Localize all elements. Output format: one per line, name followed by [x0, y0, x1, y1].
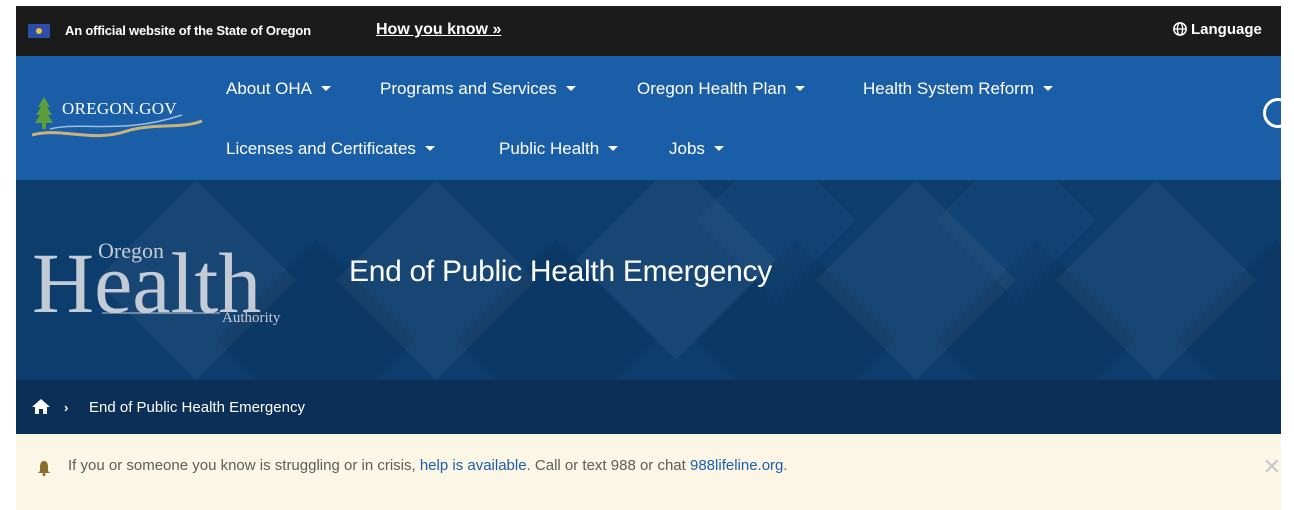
hero-banner: Health Oregon Authority End of Public He…	[16, 180, 1281, 380]
nav-label: Licenses and Certificates	[226, 139, 416, 158]
nav-label: Jobs	[669, 139, 705, 158]
breadcrumb-current: End of Public Health Emergency	[89, 399, 305, 416]
alert-text-middle: . Call or text 988 or chat	[526, 457, 690, 474]
how-you-know-link[interactable]: How you know »	[376, 21, 501, 39]
breadcrumb-separator: ›	[64, 400, 69, 415]
988lifeline-link[interactable]: 988lifeline.org	[690, 457, 783, 474]
nav-health-system-reform[interactable]: Health System Reform	[863, 79, 1053, 99]
chevron-down-icon	[424, 146, 435, 151]
globe-icon	[1173, 22, 1187, 36]
bell-icon	[38, 461, 50, 476]
nav-public-health[interactable]: Public Health	[499, 139, 619, 159]
help-available-link[interactable]: help is available	[420, 457, 527, 474]
logo-top-text: Oregon	[98, 238, 164, 263]
home-icon[interactable]	[32, 399, 50, 414]
search-icon[interactable]	[1263, 98, 1293, 128]
oregon-gov-text: OREGON.GOV	[62, 99, 177, 118]
page-title: End of Public Health Emergency	[349, 255, 772, 288]
chevron-down-icon	[1043, 86, 1053, 91]
oregon-gov-logo[interactable]: OREGON.GOV	[31, 91, 207, 151]
nav-label: Public Health	[499, 139, 600, 158]
chevron-down-icon	[321, 86, 331, 91]
nav-oregon-health-plan[interactable]: Oregon Health Plan	[637, 79, 806, 99]
oregon-health-authority-logo: Health Oregon Authority	[32, 235, 281, 331]
alert-message: If you or someone you know is struggling…	[68, 457, 788, 474]
oregon-flag-icon	[28, 24, 50, 38]
close-icon[interactable]: ✕	[1263, 454, 1281, 480]
official-site-text: An official website of the State of Oreg…	[65, 23, 311, 38]
chevron-down-icon	[795, 86, 806, 91]
nav-about-oha[interactable]: About OHA	[226, 79, 331, 99]
official-banner: An official website of the State of Oreg…	[16, 6, 1281, 56]
nav-label: About OHA	[226, 79, 312, 98]
nav-label: Health System Reform	[863, 79, 1034, 98]
alert-text-before: If you or someone you know is struggling…	[68, 457, 420, 474]
main-navigation: OREGON.GOV About OHA Programs and Servic…	[16, 56, 1293, 180]
nav-label: Oregon Health Plan	[637, 79, 787, 98]
logo-bottom-text: Authority	[222, 310, 281, 326]
language-label: Language	[1191, 21, 1262, 38]
nav-licenses-certificates[interactable]: Licenses and Certificates	[226, 139, 435, 159]
breadcrumb: › End of Public Health Emergency	[16, 380, 1281, 434]
nav-programs-services[interactable]: Programs and Services	[380, 79, 576, 99]
nav-label: Programs and Services	[380, 79, 557, 98]
chevron-down-icon	[565, 86, 576, 91]
alert-text-after: .	[783, 457, 788, 474]
nav-jobs[interactable]: Jobs	[669, 139, 724, 159]
chevron-down-icon	[608, 146, 619, 151]
language-selector[interactable]: Language	[1173, 21, 1281, 38]
crisis-alert: If you or someone you know is struggling…	[16, 434, 1281, 510]
chevron-down-icon	[713, 146, 724, 151]
